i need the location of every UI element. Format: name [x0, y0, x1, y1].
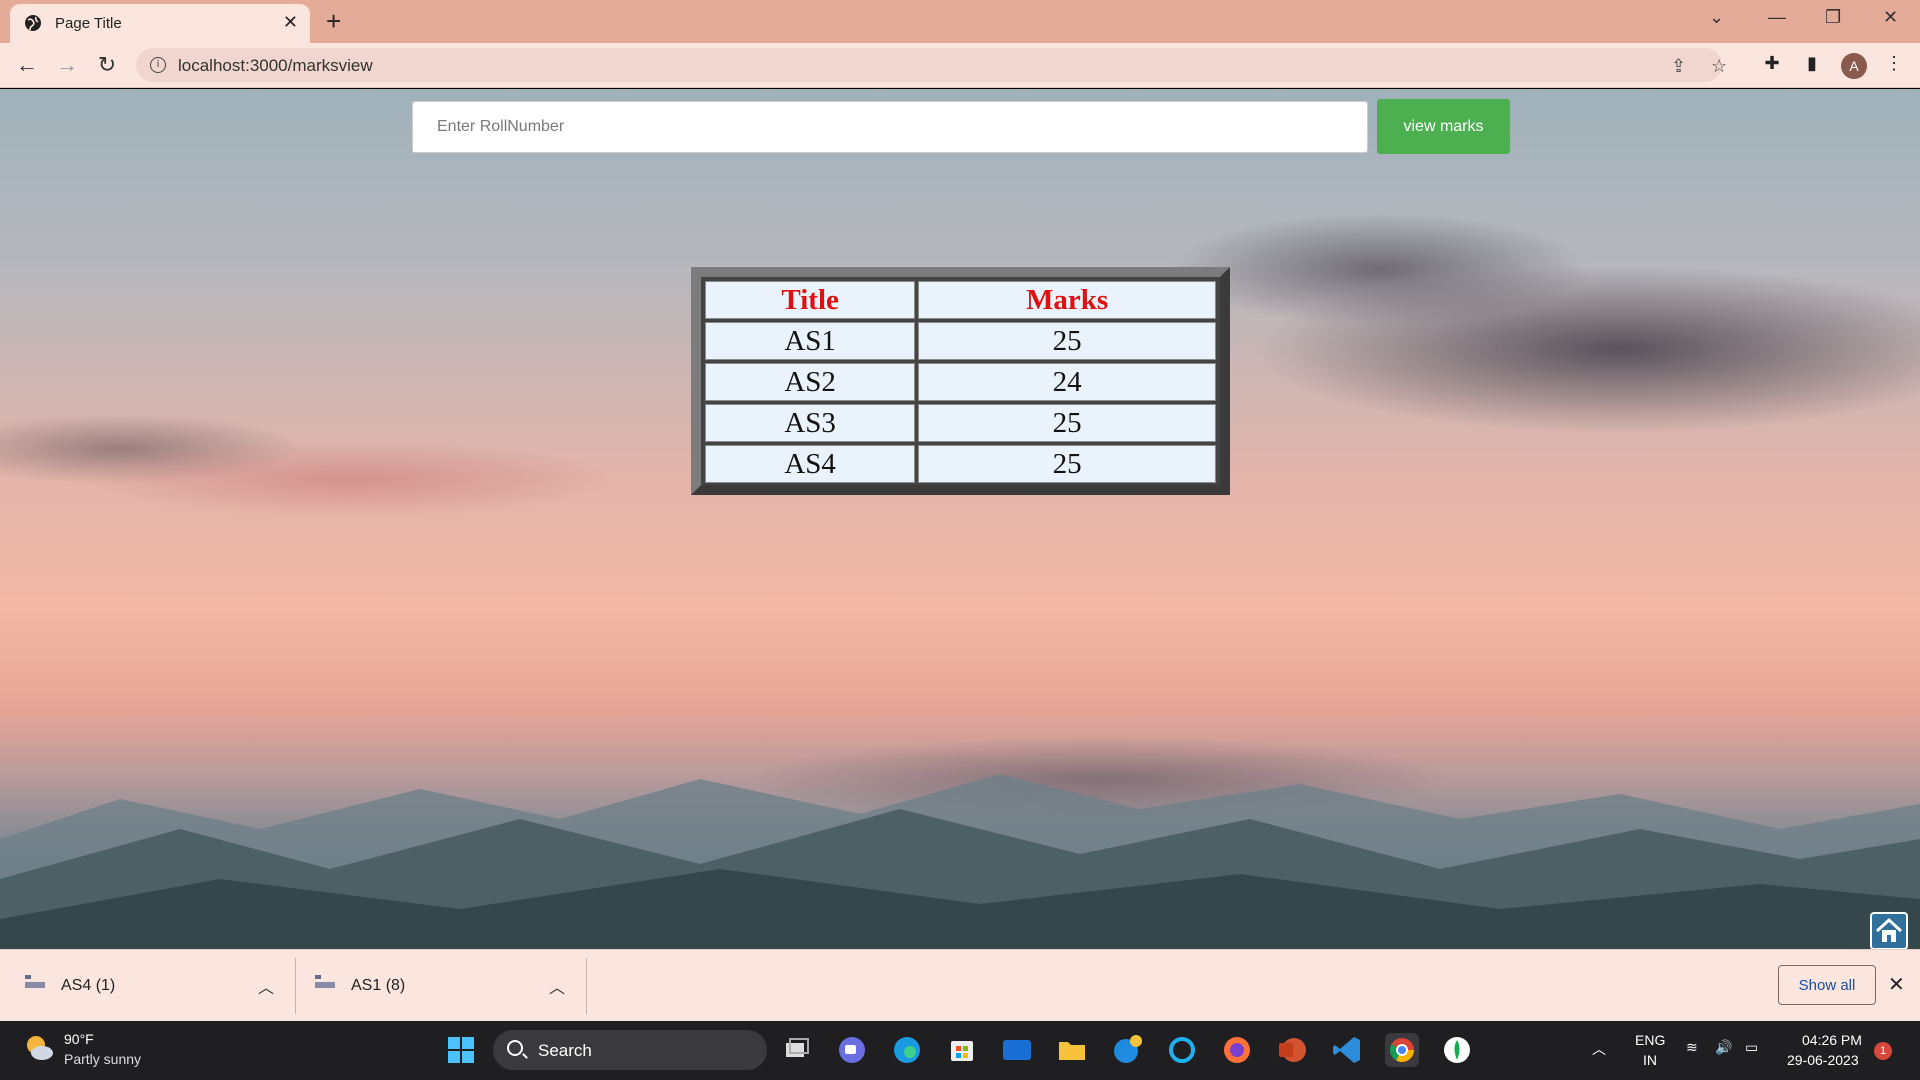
cortana-icon[interactable] [1165, 1033, 1199, 1067]
divider [586, 958, 587, 1014]
wifi-icon[interactable]: ≋ [1686, 1039, 1698, 1056]
browser-toolbar: ← → ↻ i localhost:3000/marksview ⇪ ☆ ✚ ▮… [0, 43, 1920, 88]
microsoft-store-icon[interactable] [945, 1033, 979, 1067]
cell-title: AS1 [705, 322, 916, 360]
roll-number-input[interactable] [412, 101, 1368, 153]
notification-badge[interactable]: 1 [1874, 1042, 1892, 1060]
vscode-icon[interactable] [1330, 1033, 1364, 1067]
download-item[interactable]: AS4 (1) ︿ [0, 950, 295, 1022]
close-tab-icon[interactable]: ✕ [283, 12, 298, 33]
clock-time[interactable]: 04:26 PM [1802, 1032, 1862, 1048]
show-all-button[interactable]: Show all [1778, 965, 1876, 1005]
tab-title: Page Title [55, 15, 122, 32]
url-text[interactable]: localhost:3000/marksview [178, 56, 373, 76]
globe-icon [25, 15, 41, 31]
language-code[interactable]: ENG [1635, 1032, 1665, 1048]
search-icon [507, 1040, 523, 1056]
clock-date[interactable]: 29-06-2023 [1787, 1052, 1859, 1068]
windows-start-icon[interactable] [444, 1033, 478, 1067]
marks-table: Title Marks AS1 25 AS2 24 AS3 25 AS4 25 [702, 278, 1219, 486]
restore-icon[interactable]: ❐ [1825, 7, 1841, 28]
share-icon[interactable]: ⇪ [1671, 56, 1686, 77]
address-bar[interactable]: i localhost:3000/marksview ⇪ ☆ [136, 48, 1727, 82]
weather-description[interactable]: Partly sunny [64, 1051, 141, 1067]
download-file-name: AS1 (8) [351, 977, 406, 994]
chevron-up-icon[interactable]: ︿ [549, 974, 565, 998]
volume-icon[interactable]: 🔊 [1715, 1039, 1732, 1056]
table-row: AS1 25 [705, 322, 1216, 360]
profile-avatar[interactable]: A [1841, 53, 1867, 79]
cell-marks: 25 [918, 404, 1216, 442]
teams-chat-icon[interactable] [835, 1033, 869, 1067]
cell-marks: 25 [918, 445, 1216, 483]
marks-table-frame: Title Marks AS1 25 AS2 24 AS3 25 AS4 25 [691, 267, 1230, 495]
extensions-puzzle-icon[interactable]: ✚ [1760, 53, 1784, 77]
file-icon [315, 975, 335, 988]
powerpoint-icon[interactable] [1275, 1033, 1309, 1067]
download-file-name: AS4 (1) [61, 977, 116, 994]
task-view-icon[interactable] [780, 1033, 814, 1067]
new-tab-button[interactable]: + [326, 6, 341, 37]
cell-marks: 25 [918, 322, 1216, 360]
cell-title: AS4 [705, 445, 916, 483]
table-row: AS4 25 [705, 445, 1216, 483]
tab-search-icon[interactable]: ⌄ [1709, 7, 1724, 28]
language-region[interactable]: IN [1643, 1052, 1657, 1068]
bookmark-star-icon[interactable]: ☆ [1711, 56, 1727, 77]
side-panel-icon[interactable]: ▮ [1800, 53, 1824, 77]
menu-kebab-icon[interactable]: ⋮ [1882, 53, 1906, 77]
chrome-icon[interactable] [1385, 1033, 1419, 1067]
taskbar-search-label: Search [538, 1041, 592, 1060]
myhp-icon[interactable] [1000, 1033, 1034, 1067]
back-icon[interactable]: ← [13, 51, 41, 79]
cell-title: AS2 [705, 363, 916, 401]
show-hidden-icons-chevron-icon[interactable]: ︿ [1592, 1039, 1606, 1059]
taskbar-search[interactable]: Search [493, 1030, 767, 1070]
reload-icon[interactable]: ↻ [93, 51, 121, 79]
column-header-marks: Marks [918, 281, 1216, 319]
table-header-row: Title Marks [705, 281, 1216, 319]
weather-temperature[interactable]: 90°F [64, 1031, 94, 1047]
site-info-icon[interactable]: i [150, 57, 166, 73]
download-item[interactable]: AS1 (8) ︿ [290, 950, 586, 1022]
file-icon [25, 975, 45, 988]
mongodb-compass-icon[interactable] [1440, 1033, 1474, 1067]
cell-title: AS3 [705, 404, 916, 442]
close-shelf-icon[interactable]: ✕ [1888, 972, 1905, 997]
view-marks-button[interactable]: view marks [1377, 99, 1510, 154]
column-header-title: Title [705, 281, 916, 319]
file-explorer-icon[interactable] [1055, 1033, 1089, 1067]
download-shelf: AS4 (1) ︿ AS1 (8) ︿ Show all ✕ [0, 949, 1920, 1021]
cell-marks: 24 [918, 363, 1216, 401]
page-viewport: view marks Title Marks AS1 25 AS2 24 [0, 89, 1920, 949]
firefox-icon[interactable] [1220, 1033, 1254, 1067]
table-row: AS2 24 [705, 363, 1216, 401]
windows-taskbar: 90°F Partly sunny Search ︿ ENG IN ≋ 🔊 ▭ … [0, 1021, 1920, 1080]
battery-icon[interactable]: ▭ [1745, 1039, 1758, 1056]
forward-icon[interactable]: → [53, 51, 81, 79]
get-help-icon[interactable] [1110, 1033, 1144, 1067]
weather-partly-sunny-icon [27, 1036, 53, 1060]
browser-title-bar: Page Title ✕ + ⌄ — ❐ ✕ [0, 0, 1920, 43]
browser-tab[interactable]: Page Title ✕ [10, 4, 310, 43]
minimize-icon[interactable]: — [1768, 7, 1786, 28]
mountain-background-image [0, 774, 1920, 949]
home-icon[interactable] [1870, 912, 1908, 949]
table-row: AS3 25 [705, 404, 1216, 442]
close-window-icon[interactable]: ✕ [1883, 7, 1898, 28]
edge-browser-icon[interactable] [890, 1033, 924, 1067]
chevron-up-icon[interactable]: ︿ [258, 974, 274, 998]
